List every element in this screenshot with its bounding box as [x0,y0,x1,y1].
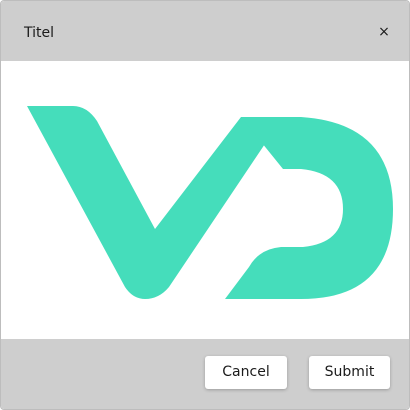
vd-logo-icon [27,106,393,299]
dialog-body [1,61,409,339]
modal-dialog: Titel × Cancel Submit [0,0,410,410]
logo-v-shape [27,106,283,299]
submit-button[interactable]: Submit [309,356,390,389]
cancel-button[interactable]: Cancel [205,356,287,389]
close-button[interactable]: × [377,23,391,41]
dialog-header: Titel × [1,1,409,61]
dialog-title: Titel [24,25,55,41]
dialog-footer: Cancel Submit [1,339,409,409]
